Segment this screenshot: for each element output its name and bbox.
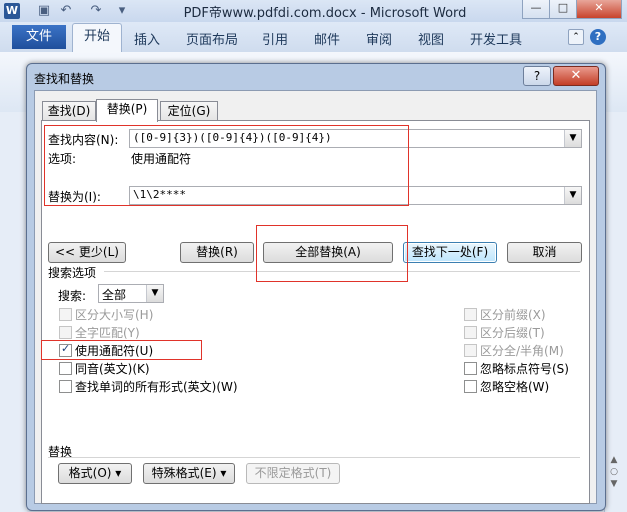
no-formatting-button[interactable]: 不限定格式(T) bbox=[246, 463, 340, 484]
annotation-box-wildcards bbox=[41, 340, 202, 360]
save-icon[interactable]: ▣ bbox=[36, 3, 52, 19]
replace-button[interactable]: 替换(R) bbox=[180, 242, 254, 263]
whole-word-label: 全字匹配(Y) bbox=[75, 326, 140, 340]
tab-mailings[interactable]: 邮件 bbox=[314, 29, 340, 48]
less-button[interactable]: << 更少(L) bbox=[48, 242, 126, 263]
search-direction-select[interactable]: 全部 ▼ bbox=[98, 284, 164, 303]
dialog-title: 查找和替换 bbox=[34, 72, 95, 86]
match-suffix-checkbox[interactable] bbox=[464, 326, 477, 339]
match-prefix-checkbox[interactable] bbox=[464, 308, 477, 321]
tab-find[interactable]: 查找(D) bbox=[42, 101, 96, 121]
window-close-button[interactable]: ✕ bbox=[576, 0, 622, 19]
ignore-whitespace-label: 忽略空格(W) bbox=[480, 380, 550, 394]
special-format-button[interactable]: 特殊格式(E) ▾ bbox=[143, 463, 235, 484]
word-app-icon[interactable]: W bbox=[4, 3, 20, 19]
search-options-heading: 搜索选项 bbox=[48, 266, 97, 280]
match-suffix-label: 区分后缀(T) bbox=[480, 326, 545, 340]
match-prefix-label: 区分前缀(X) bbox=[480, 308, 546, 322]
match-width-label: 区分全/半角(M) bbox=[480, 344, 564, 358]
ignore-punctuation-checkbox[interactable] bbox=[464, 362, 477, 375]
chevron-down-icon[interactable]: ▼ bbox=[146, 285, 163, 302]
chevron-down-icon[interactable]: ▼ bbox=[564, 187, 581, 204]
tab-page-layout[interactable]: 页面布局 bbox=[186, 29, 238, 48]
match-width-checkbox[interactable] bbox=[464, 344, 477, 357]
search-direction-label: 搜索: bbox=[58, 289, 87, 303]
sounds-like-label: 同音(英文)(K) bbox=[75, 362, 150, 376]
whole-word-checkbox[interactable] bbox=[59, 326, 72, 339]
cancel-button[interactable]: 取消 bbox=[507, 242, 582, 263]
match-case-checkbox[interactable] bbox=[59, 308, 72, 321]
minimize-ribbon-icon[interactable]: ⌃ bbox=[568, 29, 584, 45]
minimize-button[interactable]: — bbox=[522, 0, 550, 19]
help-icon[interactable]: ? bbox=[590, 29, 606, 45]
left-margin bbox=[0, 112, 27, 512]
format-button[interactable]: 格式(O) ▾ bbox=[58, 463, 132, 484]
ignore-whitespace-checkbox[interactable] bbox=[464, 380, 477, 393]
search-direction-value: 全部 bbox=[102, 288, 127, 302]
undo-icon[interactable]: ↶ bbox=[58, 3, 74, 19]
tab-replace[interactable]: 替换(P) bbox=[96, 99, 158, 122]
tab-insert[interactable]: 插入 bbox=[134, 29, 160, 48]
all-word-forms-label: 查找单词的所有形式(英文)(W) bbox=[75, 380, 238, 394]
dialog-close-button[interactable]: ✕ bbox=[553, 66, 599, 86]
ignore-punctuation-label: 忽略标点符号(S) bbox=[480, 362, 569, 376]
tab-references[interactable]: 引用 bbox=[262, 29, 288, 48]
maximize-button[interactable]: □ bbox=[549, 0, 577, 19]
tab-review[interactable]: 审阅 bbox=[366, 29, 392, 48]
sounds-like-checkbox[interactable] bbox=[59, 362, 72, 375]
quick-access-dropdown-icon[interactable]: ▾ bbox=[114, 3, 130, 19]
scroll-previous-icon[interactable]: ▲ bbox=[609, 455, 619, 465]
tab-file[interactable]: 文件 bbox=[12, 25, 66, 49]
find-next-button[interactable]: 查找下一处(F) bbox=[403, 242, 497, 263]
tab-view[interactable]: 视图 bbox=[418, 29, 444, 48]
scroll-next-icon[interactable]: ▼ bbox=[609, 479, 619, 489]
redo-icon[interactable]: ↷ bbox=[88, 3, 104, 19]
chevron-down-icon[interactable]: ▼ bbox=[564, 130, 581, 147]
vertical-scrollbar[interactable] bbox=[604, 112, 627, 512]
annotation-box-replace-all bbox=[256, 225, 408, 282]
tab-home[interactable]: 开始 bbox=[72, 23, 122, 53]
replace-section-divider bbox=[48, 457, 580, 458]
annotation-box-fields bbox=[44, 125, 409, 206]
match-case-label: 区分大小写(H) bbox=[75, 308, 154, 322]
dialog-help-button[interactable]: ? bbox=[523, 66, 551, 86]
tab-developer[interactable]: 开发工具 bbox=[470, 29, 522, 48]
window-title: PDF帝www.pdfdi.com.docx - Microsoft Word bbox=[183, 6, 467, 21]
tab-goto[interactable]: 定位(G) bbox=[160, 101, 218, 121]
browse-object-icon[interactable]: ○ bbox=[609, 467, 619, 477]
all-word-forms-checkbox[interactable] bbox=[59, 380, 72, 393]
